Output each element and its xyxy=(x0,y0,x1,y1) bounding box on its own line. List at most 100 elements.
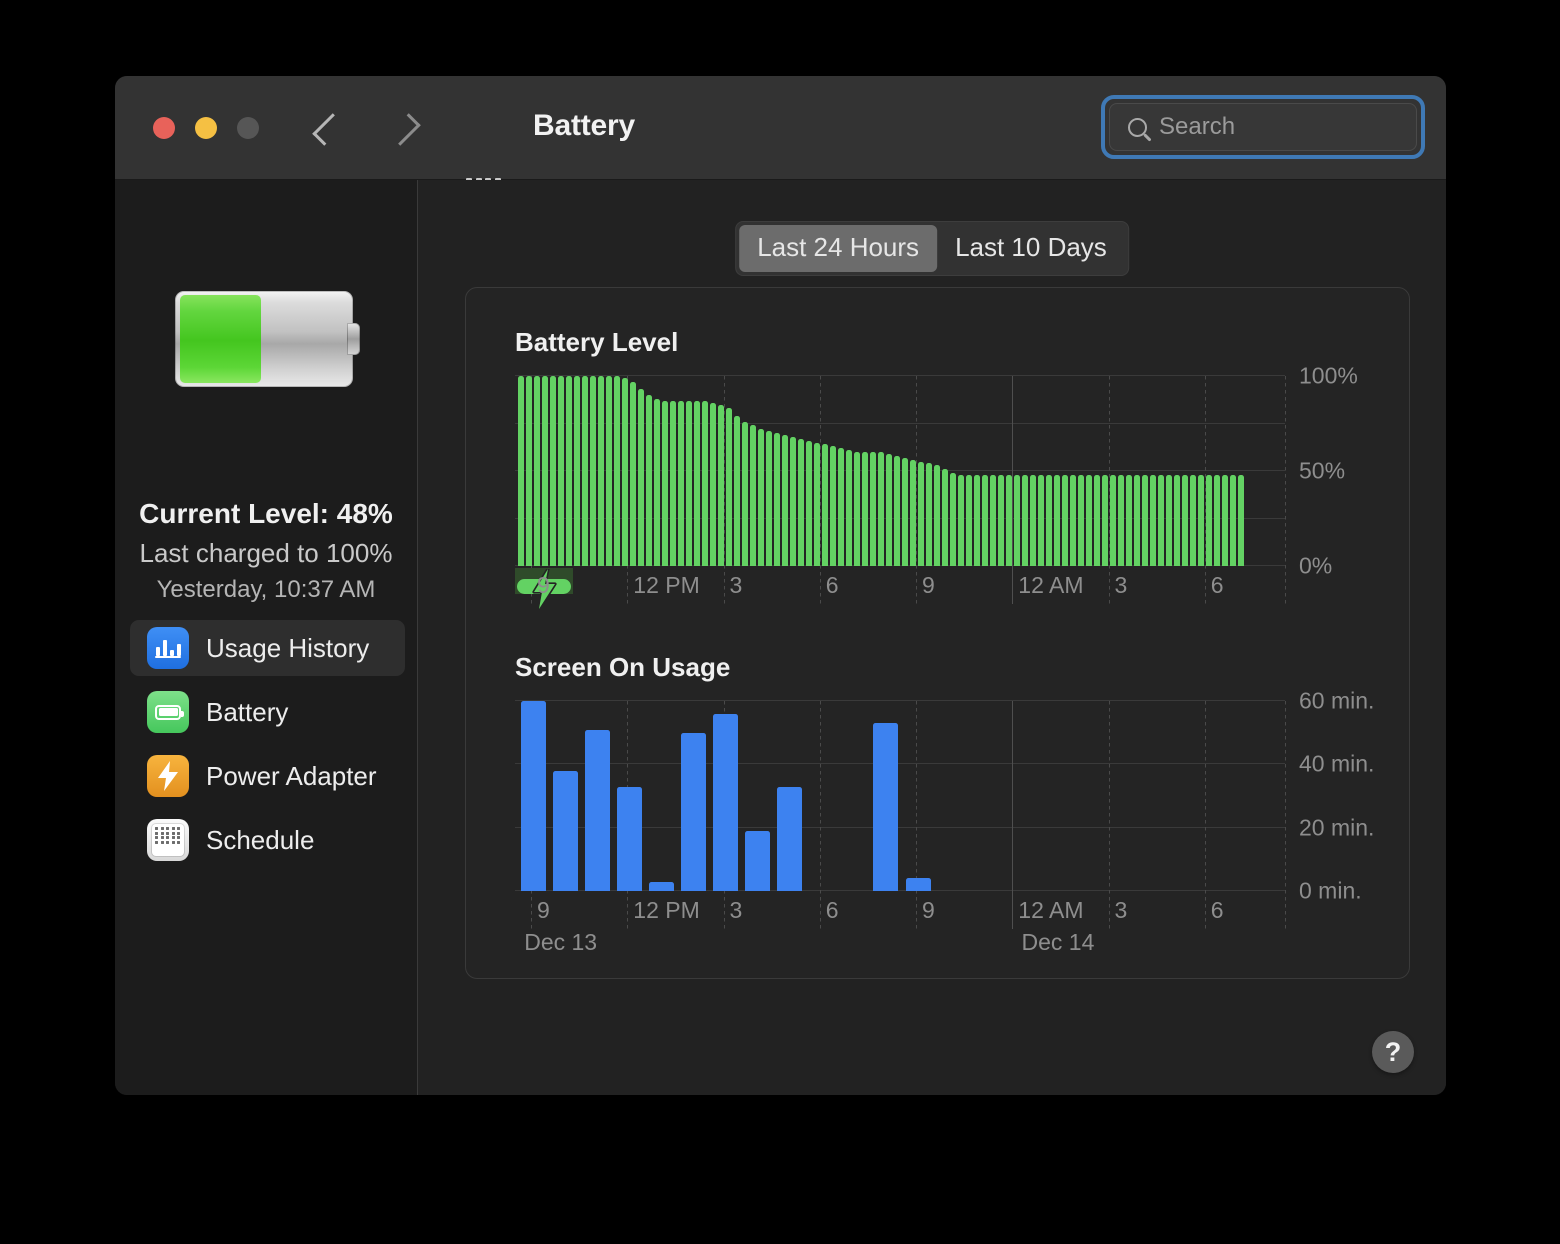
battery-preferences-window: Battery Search Current Level: 48% Last c… xyxy=(115,76,1446,1095)
lightning-bolt-icon xyxy=(158,761,178,791)
chart-bar xyxy=(566,376,572,566)
chart-bar xyxy=(694,400,700,566)
chart-bar xyxy=(582,376,588,566)
chart-bar xyxy=(1142,474,1148,566)
chart-bar xyxy=(886,453,892,566)
sidebar: Current Level: 48% Last charged to 100% … xyxy=(115,180,418,1095)
bar-chart-glyph xyxy=(155,640,181,656)
chart-bar xyxy=(870,452,876,566)
sidebar-item-schedule[interactable]: Schedule xyxy=(130,812,405,868)
x-axis-label: 9 xyxy=(537,897,550,923)
chart-bar xyxy=(526,376,532,566)
sidebar-item-power-adapter[interactable]: Power Adapter xyxy=(130,748,405,804)
chart-bar xyxy=(1166,474,1172,566)
battery-level-title: Battery Level xyxy=(515,327,679,357)
chart-bar xyxy=(1174,474,1180,566)
screen-on-usage-x-axis: 9 12 PM 3 6 9 12 AM 3 6 xyxy=(515,897,1285,927)
chart-bar xyxy=(950,472,956,566)
chart-bar xyxy=(734,415,740,566)
gridline-vertical xyxy=(1285,376,1286,604)
main-content: Last 24 Hours Last 10 Days Battery Level xyxy=(418,180,1446,1095)
screen-on-usage-title: Screen On Usage xyxy=(515,652,731,682)
chart-bar xyxy=(873,723,899,891)
chart-bar xyxy=(1038,474,1044,566)
back-button[interactable] xyxy=(311,110,345,148)
search-field[interactable]: Search xyxy=(1109,103,1417,151)
bar-chart-baseline xyxy=(155,655,181,658)
chart-bar xyxy=(630,381,636,566)
back-chevron-icon xyxy=(311,112,345,146)
battery-level-y-axis: 100% 50% 0% xyxy=(1299,363,1419,579)
x-axis-label: 6 xyxy=(825,572,839,598)
battery-icon xyxy=(147,691,189,733)
screen: Battery Search Current Level: 48% Last c… xyxy=(0,0,1560,1244)
chart-bar xyxy=(710,402,716,566)
y-axis-label: 100% xyxy=(1299,362,1358,389)
chart-bar xyxy=(902,457,908,566)
sidebar-item-label: Schedule xyxy=(206,824,315,855)
chart-bar xyxy=(1014,474,1020,566)
chart-bar xyxy=(590,376,596,566)
y-axis-label: 60 min. xyxy=(1299,687,1375,714)
chart-bar xyxy=(918,461,924,566)
battery-level-bars xyxy=(515,376,1285,566)
usage-history-icon xyxy=(147,627,189,669)
charts-panel: Battery Level 100% 50% 0% 9 12 PM 3 6 9 12 xyxy=(465,287,1410,979)
chart-bar xyxy=(616,786,642,891)
battery-glyph-cap xyxy=(347,323,360,355)
close-button[interactable] xyxy=(153,117,175,139)
chart-bar xyxy=(926,463,932,566)
battery-glyph-body xyxy=(175,291,353,387)
sidebar-item-battery[interactable]: Battery xyxy=(130,684,405,740)
x-axis-label: 9 xyxy=(922,572,935,598)
search-field-container[interactable]: Search xyxy=(1101,95,1425,159)
x-axis-label: 12 PM xyxy=(633,897,700,923)
chart-bar xyxy=(1086,474,1092,566)
x-axis-label: 9 xyxy=(922,897,935,923)
x-axis-label: 6 xyxy=(1210,572,1224,598)
chart-bar xyxy=(678,400,684,566)
forward-button[interactable] xyxy=(387,110,421,148)
y-axis-label: 0 min. xyxy=(1299,877,1362,904)
chart-bar xyxy=(742,421,748,566)
chart-bar xyxy=(654,398,660,566)
chart-bar xyxy=(518,376,524,566)
chart-bar xyxy=(614,376,620,566)
chart-bar xyxy=(745,830,771,891)
chart-bar xyxy=(806,440,812,566)
battery-level-chart: Battery Level 100% 50% 0% 9 12 PM 3 6 9 12 xyxy=(515,327,1375,609)
chart-bar xyxy=(934,465,940,566)
battery-level-x-axis: 9 12 PM 3 6 9 12 AM 3 6 xyxy=(515,572,1285,602)
chart-bar xyxy=(1126,474,1132,566)
help-button[interactable]: ? xyxy=(1372,1031,1414,1073)
chart-bar xyxy=(894,455,900,566)
x-axis-label: 6 xyxy=(825,897,839,923)
battery-glyph-fill xyxy=(180,295,261,383)
chart-bar xyxy=(646,395,652,566)
x-axis-label: 3 xyxy=(1114,572,1128,598)
chart-bar xyxy=(846,450,852,566)
sidebar-item-label: Usage History xyxy=(206,632,370,663)
chart-bar xyxy=(622,377,628,566)
chart-bar xyxy=(854,452,860,566)
chart-bar xyxy=(1110,474,1116,566)
time-range-segmented-control[interactable]: Last 24 Hours Last 10 Days xyxy=(735,221,1129,276)
x-axis-label: 12 PM xyxy=(633,572,700,598)
y-axis-label: 0% xyxy=(1299,552,1333,579)
chart-bar xyxy=(758,429,764,566)
chart-bar xyxy=(990,474,996,566)
day-label: Dec 14 xyxy=(1021,929,1095,955)
zoom-button[interactable] xyxy=(237,117,259,139)
chart-bar xyxy=(1054,474,1060,566)
y-axis-label: 20 min. xyxy=(1299,814,1375,841)
tab-last-24-hours[interactable]: Last 24 Hours xyxy=(739,225,938,272)
sidebar-item-usage-history[interactable]: Usage History xyxy=(130,620,405,676)
chart-bar xyxy=(1070,474,1076,566)
chart-bar xyxy=(686,400,692,566)
tab-last-10-days[interactable]: Last 10 Days xyxy=(937,225,1125,272)
chart-bar xyxy=(1150,474,1156,566)
chart-bar xyxy=(878,452,884,566)
chart-bar xyxy=(905,878,931,891)
minimize-button[interactable] xyxy=(195,117,217,139)
chart-bar xyxy=(552,770,578,891)
